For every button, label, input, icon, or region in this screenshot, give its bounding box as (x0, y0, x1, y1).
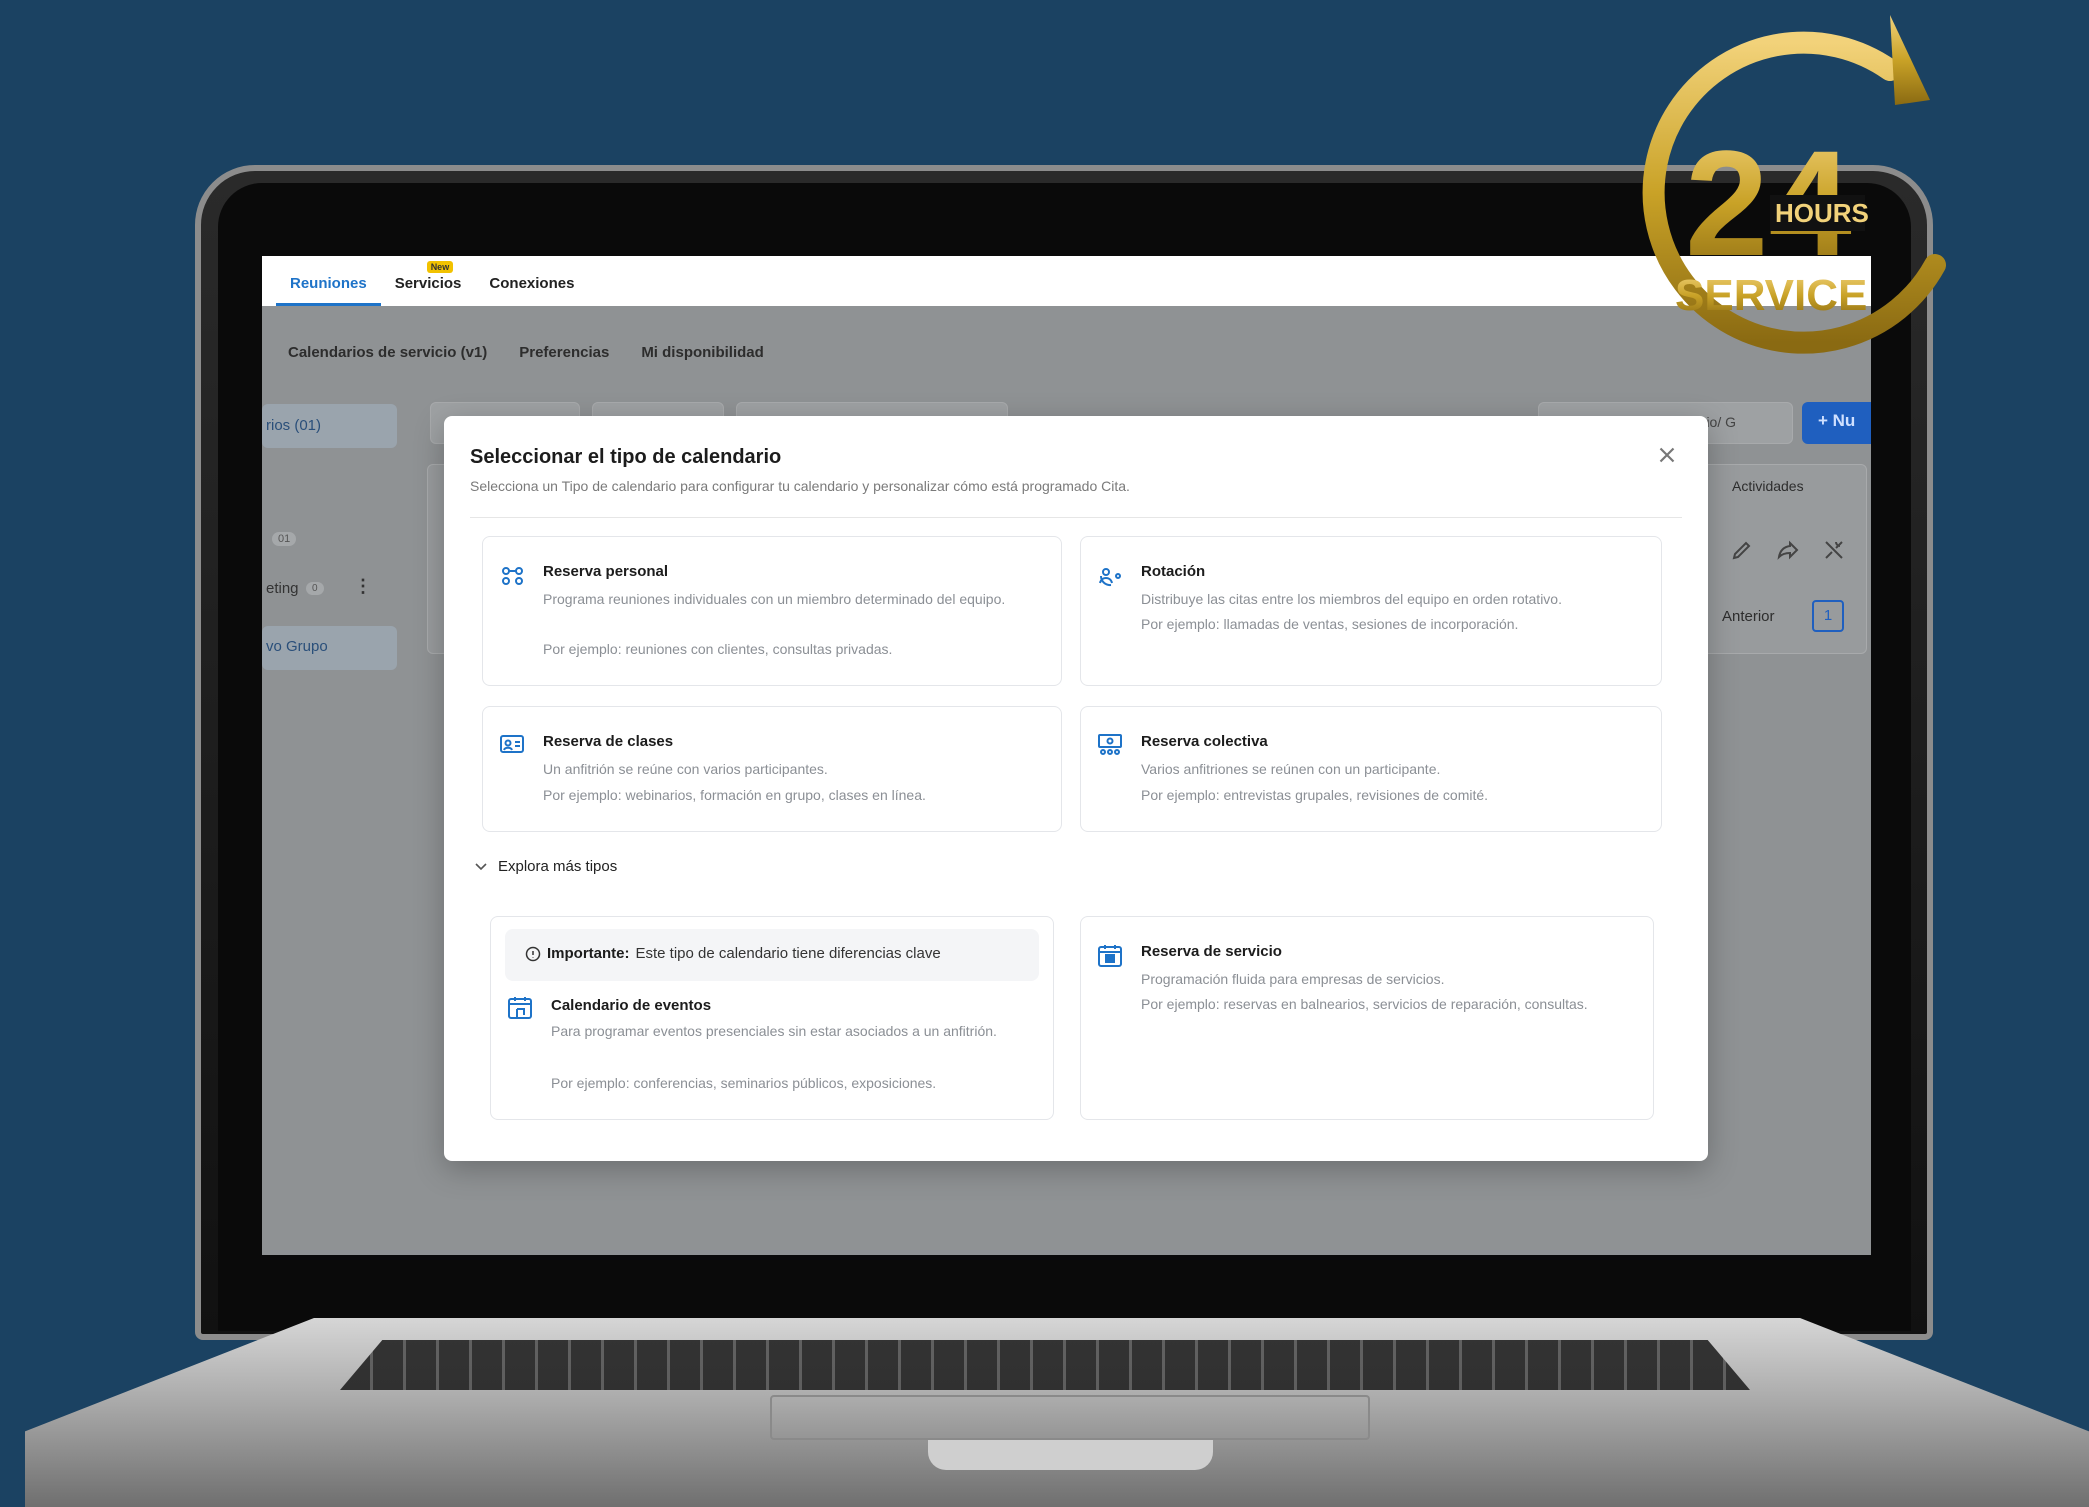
personal-booking-icon (502, 567, 523, 585)
card-rotation[interactable]: Rotación Distribuye las citas entre los … (1080, 536, 1662, 686)
logo-service: SERVICE (1675, 271, 1867, 320)
card-example: Por ejemplo: webinarios, formación en gr… (543, 787, 926, 803)
notice-text: Este tipo de calendario tiene diferencia… (635, 945, 941, 962)
card-title: Reserva de clases (543, 733, 674, 750)
important-notice: Importante: Este tipo de calendario tien… (505, 929, 1039, 981)
activities-header: Actividades (1732, 478, 1804, 494)
explore-label: Explora más tipos (498, 858, 618, 875)
tab-reuniones[interactable]: Reuniones (276, 275, 381, 306)
card-class-booking[interactable]: Reserva de clases Un anfitrión se reúne … (482, 706, 1062, 832)
tools-icon[interactable] (1822, 538, 1846, 562)
card-example: Por ejemplo: llamadas de ventas, sesione… (1141, 616, 1519, 632)
card-example: Por ejemplo: entrevistas grupales, revis… (1141, 787, 1489, 803)
laptop-notch (928, 1440, 1213, 1470)
class-booking-icon (500, 735, 524, 753)
more-options-icon[interactable]: ⋮ (354, 576, 372, 597)
card-personal-booking[interactable]: Reserva personal Programa reuniones indi… (482, 536, 1062, 686)
modal-title: Seleccionar el tipo de calendario (470, 446, 782, 468)
event-calendar-icon (508, 997, 532, 1019)
card-service-booking[interactable]: Reserva de servicio Programación fluida … (1080, 916, 1654, 1120)
new-button-label: + Nu (1818, 411, 1856, 430)
service-booking-icon (1098, 945, 1122, 967)
meeting-count-badge: 0 (306, 582, 324, 595)
card-title: Reserva de servicio (1141, 943, 1282, 960)
card-description: Varios anfitriones se reúnen con un part… (1141, 761, 1441, 777)
card-description: Distribuye las citas entre los miembros … (1141, 591, 1562, 607)
explore-more-toggle[interactable]: Explora más tipos (474, 858, 617, 875)
laptop-keyboard (340, 1340, 1750, 1390)
edit-icon[interactable] (1730, 538, 1754, 562)
tab-label: Conexiones (489, 275, 575, 292)
laptop-screen: Reuniones New Servicios Conexiones Calen… (262, 256, 1871, 1255)
card-collective-booking[interactable]: Reserva colectiva Varios anfitriones se … (1080, 706, 1662, 832)
new-calendar-button[interactable]: + Nu (1802, 402, 1871, 444)
chevron-down-icon (475, 862, 487, 870)
subtab-preferences[interactable]: Preferencias (519, 344, 609, 361)
count-badge: 01 (272, 532, 297, 546)
card-title: Reserva personal (543, 563, 669, 580)
modal-subtitle: Selecciona un Tipo de calendario para co… (470, 478, 1130, 494)
logo-hours: HOURS (1775, 198, 1869, 228)
rotation-icon (1099, 568, 1121, 587)
card-description: Un anfitrión se reúne con varios partici… (543, 761, 828, 777)
tab-servicios[interactable]: New Servicios (381, 261, 476, 306)
share-icon[interactable] (1776, 538, 1800, 562)
notice-strong: Importante: (547, 945, 630, 962)
tab-label: Servicios (394, 275, 462, 292)
pager-previous[interactable]: Anterior (1722, 608, 1775, 625)
sidebar-group-label: rios (01) (266, 417, 322, 434)
tab-label: Reuniones (290, 275, 367, 292)
laptop-touchpad (770, 1395, 1370, 1440)
subtab-availability[interactable]: Mi disponibilidad (641, 344, 764, 361)
info-icon (525, 946, 541, 962)
card-title: Rotación (1141, 563, 1206, 580)
calendar-type-modal: Seleccionar el tipo de calendario Selecc… (444, 416, 1708, 1161)
card-event-calendar[interactable]: Importante: Este tipo de calendario tien… (490, 916, 1054, 1120)
card-description: Programación fluida para empresas de ser… (1141, 971, 1445, 987)
card-example: Por ejemplo: reuniones con clientes, con… (543, 641, 893, 657)
tab-conexiones[interactable]: Conexiones (475, 275, 588, 306)
row-actions (1730, 538, 1846, 562)
card-example: Por ejemplo: reservas en balnearios, ser… (1141, 996, 1588, 1012)
24-hours-service-logo: 24 HOURS SERVICE (1642, 15, 1946, 354)
new-badge: New (426, 261, 454, 273)
card-example: Por ejemplo: conferencias, seminarios pú… (551, 1075, 937, 1091)
subtab-service-calendars[interactable]: Calendarios de servicio (v1) (288, 344, 487, 361)
new-group-label: vo Grupo (266, 638, 328, 655)
card-title: Calendario de eventos (551, 997, 712, 1014)
sidebar-meeting-label: eting (266, 580, 299, 597)
close-icon[interactable] (1654, 442, 1680, 468)
pager-current-page[interactable]: 1 (1812, 600, 1844, 632)
card-description: Programa reuniones individuales con un m… (543, 591, 1006, 607)
divider (470, 517, 1682, 518)
card-title: Reserva colectiva (1141, 733, 1268, 750)
card-description: Para programar eventos presenciales sin … (551, 1023, 997, 1039)
collective-booking-icon (1098, 734, 1122, 755)
sub-tabs: Calendarios de servicio (v1) Preferencia… (288, 344, 764, 361)
